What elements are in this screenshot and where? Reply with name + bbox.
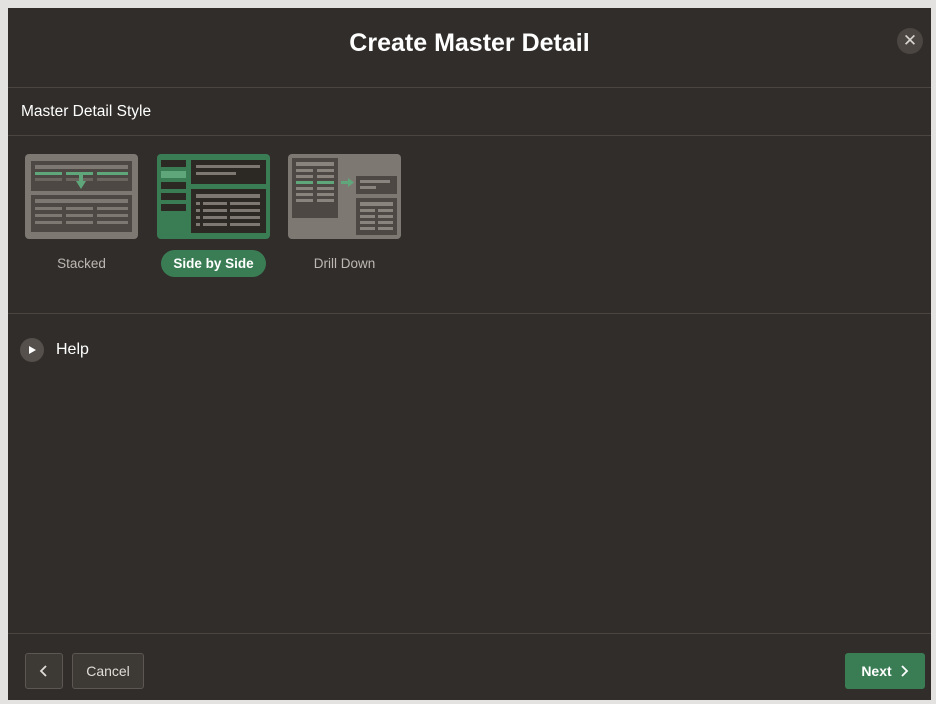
style-option-label: Stacked <box>57 256 106 271</box>
close-icon: ✕ <box>902 31 918 50</box>
dialog-titlebar: Create Master Detail ✕ <box>8 8 931 88</box>
help-expand-button[interactable] <box>20 338 44 362</box>
next-label: Next <box>861 663 892 679</box>
style-option-stacked[interactable]: Stacked <box>25 154 138 277</box>
style-options: Stacked Side by Side Drill Down <box>8 136 931 314</box>
drill-down-layout-icon <box>292 158 397 235</box>
section-title: Master Detail Style <box>21 102 152 120</box>
section-heading: Master Detail Style <box>8 88 931 136</box>
close-button[interactable]: ✕ <box>897 28 923 54</box>
dialog-footer: Cancel Next <box>8 633 931 700</box>
style-option-drill-down[interactable]: Drill Down <box>288 154 401 277</box>
side-by-side-thumbnail <box>157 154 270 239</box>
style-option-label: Side by Side <box>161 250 266 277</box>
stacked-thumbnail <box>25 154 138 239</box>
stacked-layout-icon <box>31 161 132 232</box>
chevron-left-icon <box>39 665 47 677</box>
cancel-label: Cancel <box>86 663 130 679</box>
create-master-detail-dialog: Create Master Detail ✕ Master Detail Sty… <box>8 8 931 700</box>
back-button[interactable] <box>25 653 63 689</box>
next-button[interactable]: Next <box>845 653 925 689</box>
style-option-side-by-side[interactable]: Side by Side <box>157 154 270 277</box>
style-option-label: Drill Down <box>313 256 376 271</box>
play-triangle-icon <box>29 346 36 354</box>
help-toggle-row[interactable]: Help <box>20 338 89 362</box>
dialog-title: Create Master Detail <box>349 29 590 57</box>
drill-down-thumbnail <box>288 154 401 239</box>
cancel-button[interactable]: Cancel <box>72 653 144 689</box>
side-by-side-layout-icon <box>161 160 266 233</box>
chevron-right-icon <box>901 665 908 677</box>
help-label: Help <box>56 341 89 358</box>
